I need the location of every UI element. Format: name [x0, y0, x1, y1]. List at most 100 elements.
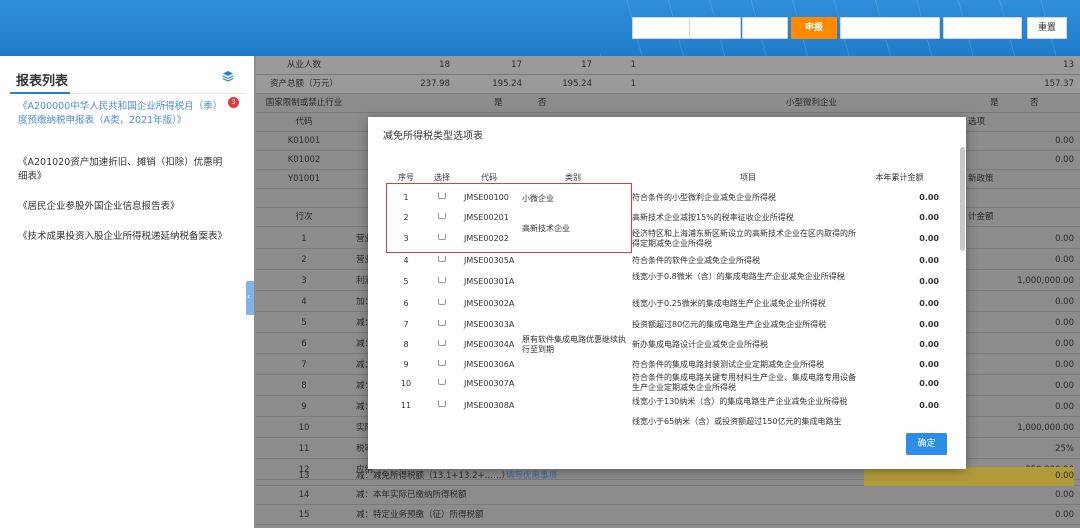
table-row: 14 减：本年实际已缴纳所得税额 0.00: [256, 486, 1080, 505]
cell-label: 选项: [968, 117, 986, 127]
row-number: 11: [298, 444, 310, 454]
table-row: 10 JMSE00307A 符合条件的集成电路关键专用材料生产企业、集成电路专用…: [368, 373, 966, 397]
cell-value: 0.00: [1055, 402, 1074, 412]
row-label: 减：特定业务预缴（征）所得税额: [356, 510, 484, 520]
row-checkbox[interactable]: [430, 276, 454, 285]
toolbar-button-6[interactable]: [943, 17, 1022, 39]
row-seq: 10: [400, 379, 412, 388]
cell-value[interactable]: 0.00: [864, 467, 1074, 486]
submit-button[interactable]: 申报: [791, 17, 837, 39]
table-row: 11 JMSE00308A 线宽小于130纳米（含）的集成电路生产企业减免企业所…: [368, 397, 966, 417]
row-item: 经济特区和上海浦东新区新设立的高新技术企业在区内取得的所得定期减免企业所得税: [632, 229, 856, 248]
cell-label: 新政策: [968, 174, 994, 184]
error-count-badge: 3: [228, 97, 239, 108]
report-item-tech-investment[interactable]: 《技术成果投资入股企业所得税递延纳税备案表》: [18, 230, 228, 244]
cell-value: 0.00: [1055, 234, 1074, 244]
cell-value: 1,000,000.00: [1017, 276, 1074, 286]
cell-value: 0.00: [1055, 339, 1074, 349]
col-item: 项目: [740, 173, 756, 182]
highlight-box: [386, 183, 632, 253]
cell-value: 0.00: [1055, 297, 1074, 307]
report-item-foreign-shares[interactable]: 《居民企业参股外国企业信息报告表》: [18, 200, 228, 214]
row-label: 资产总额（万元）: [269, 79, 338, 89]
row-number: 6: [301, 339, 307, 349]
cell-value: 0.00: [1055, 360, 1074, 370]
row-seq: 11: [400, 401, 412, 410]
row-checkbox[interactable]: [430, 319, 454, 328]
row-code: JMSE00308A: [464, 401, 515, 410]
row-item: 线宽小于130纳米（含）的集成电路生产企业减免企业所得税: [632, 397, 848, 406]
cell-value: 1: [630, 60, 636, 70]
radio-no[interactable]: 否: [1030, 94, 1060, 113]
layers-icon[interactable]: [222, 70, 234, 82]
radio-yes[interactable]: 是: [990, 94, 1020, 113]
row-item: 线宽小于65纳米（含）或投资额超过150亿元的集成电路生: [632, 417, 842, 425]
row-number: 4: [301, 297, 307, 307]
row-amount: 0.00: [919, 193, 939, 202]
row-number: 7: [301, 360, 307, 370]
row-label: 国家限制或禁止行业: [265, 98, 343, 108]
table-row: 5 JMSE00301A 线宽小于0.8微米（含）的集成电路生产企业减免企业所得…: [368, 271, 966, 295]
table-row: 15 减：特定业务预缴（征）所得税额 0.00: [256, 506, 1080, 525]
row-checkbox[interactable]: [430, 339, 454, 348]
toolbar-button-2[interactable]: [689, 17, 741, 39]
row-checkbox[interactable]: [430, 378, 454, 387]
row-checkbox[interactable]: [430, 359, 454, 368]
table-row: 4 JMSE00305A 符合条件的软件企业减免企业所得税 0.00: [368, 253, 966, 273]
report-item-a201020[interactable]: 《A201020资产加速折旧、摊销（扣除）优惠明细表》: [18, 156, 228, 184]
row-checkbox[interactable]: [430, 298, 454, 307]
table-row: 国家限制或禁止行业 是 否 小型微利企业 是 否: [256, 94, 1080, 113]
row-seq: 8: [403, 340, 409, 349]
toolbar: 申报 重置: [0, 17, 1080, 39]
row-seq: 9: [403, 360, 409, 369]
row-code: JMSE00306A: [464, 360, 515, 369]
confirm-button[interactable]: 确定: [906, 433, 947, 455]
row-amount: 0.00: [919, 320, 939, 329]
row-code: JMSE00301A: [464, 277, 515, 286]
row-checkbox[interactable]: [430, 400, 454, 409]
row-code: JMSE00307A: [464, 379, 515, 388]
chevron-left-icon: ‹: [247, 292, 251, 301]
row-code: JMSE00303A: [464, 320, 515, 329]
row-checkbox[interactable]: [430, 255, 454, 264]
cell-value: 0.00: [1055, 381, 1074, 391]
toolbar-button-5[interactable]: [840, 17, 940, 39]
table-row: 8 JMSE00304A 新办集成电路设计企业减免企业所得税 0.00: [368, 336, 966, 356]
row-item: 符合条件的软件企业减免企业所得税: [632, 256, 760, 265]
cell-value: 0.00: [1055, 136, 1074, 146]
cell-value: 0.00: [1055, 155, 1074, 165]
row-number: 14: [298, 490, 310, 500]
table-row: 资产总额（万元） 237.98 195.24 195.24 1 157.37: [256, 75, 1080, 94]
row-number: 8: [301, 381, 307, 391]
row-item: 高新技术企业减按15%的税率征收企业所得税: [632, 213, 794, 222]
row-label: K01002: [287, 155, 321, 165]
row-number: 1: [301, 234, 307, 244]
collapse-sidebar-handle[interactable]: ‹: [246, 281, 254, 315]
row-label: 代码: [295, 117, 313, 127]
row-amount: 0.00: [919, 213, 939, 222]
reset-button[interactable]: 重置: [1027, 17, 1067, 39]
cell-value: 17: [511, 60, 522, 70]
app-header: 申报 重置: [0, 0, 1080, 56]
report-item-a200000[interactable]: 《A200000中华人民共和国企业所得税月（季）度预缴纳税申报表（A类，2021…: [18, 100, 228, 128]
row-number: 5: [301, 318, 307, 328]
cell-value: 195.24: [492, 79, 522, 89]
radio-no[interactable]: 否: [538, 94, 568, 113]
row-number: 10: [298, 423, 310, 433]
cell-value: 1,000,000.00: [1017, 423, 1074, 433]
radio-yes[interactable]: 是: [494, 94, 524, 113]
row-item: 符合条件的小型微利企业减免企业所得税: [632, 193, 776, 202]
row-label: Y01001: [287, 174, 321, 184]
cell-value: 195.24: [562, 79, 592, 89]
fill-benefits-link[interactable]: 填写优惠事项: [506, 467, 566, 486]
toolbar-button-3[interactable]: [742, 17, 788, 39]
row-number: 13: [298, 471, 310, 481]
cell-value: 25%: [1055, 444, 1074, 454]
row-seq: 5: [403, 277, 409, 286]
report-list-title: 报表列表: [16, 74, 69, 89]
row-item: 线宽小于0.25微米的集成电路生产企业减免企业所得税: [632, 299, 826, 308]
table-row: 6 JMSE00302A 线宽小于0.25微米的集成电路生产企业减免企业所得税 …: [368, 295, 966, 315]
row-amount: 0.00: [919, 360, 939, 369]
cell-value: 1: [630, 79, 636, 89]
row-label: 行次: [295, 212, 313, 222]
